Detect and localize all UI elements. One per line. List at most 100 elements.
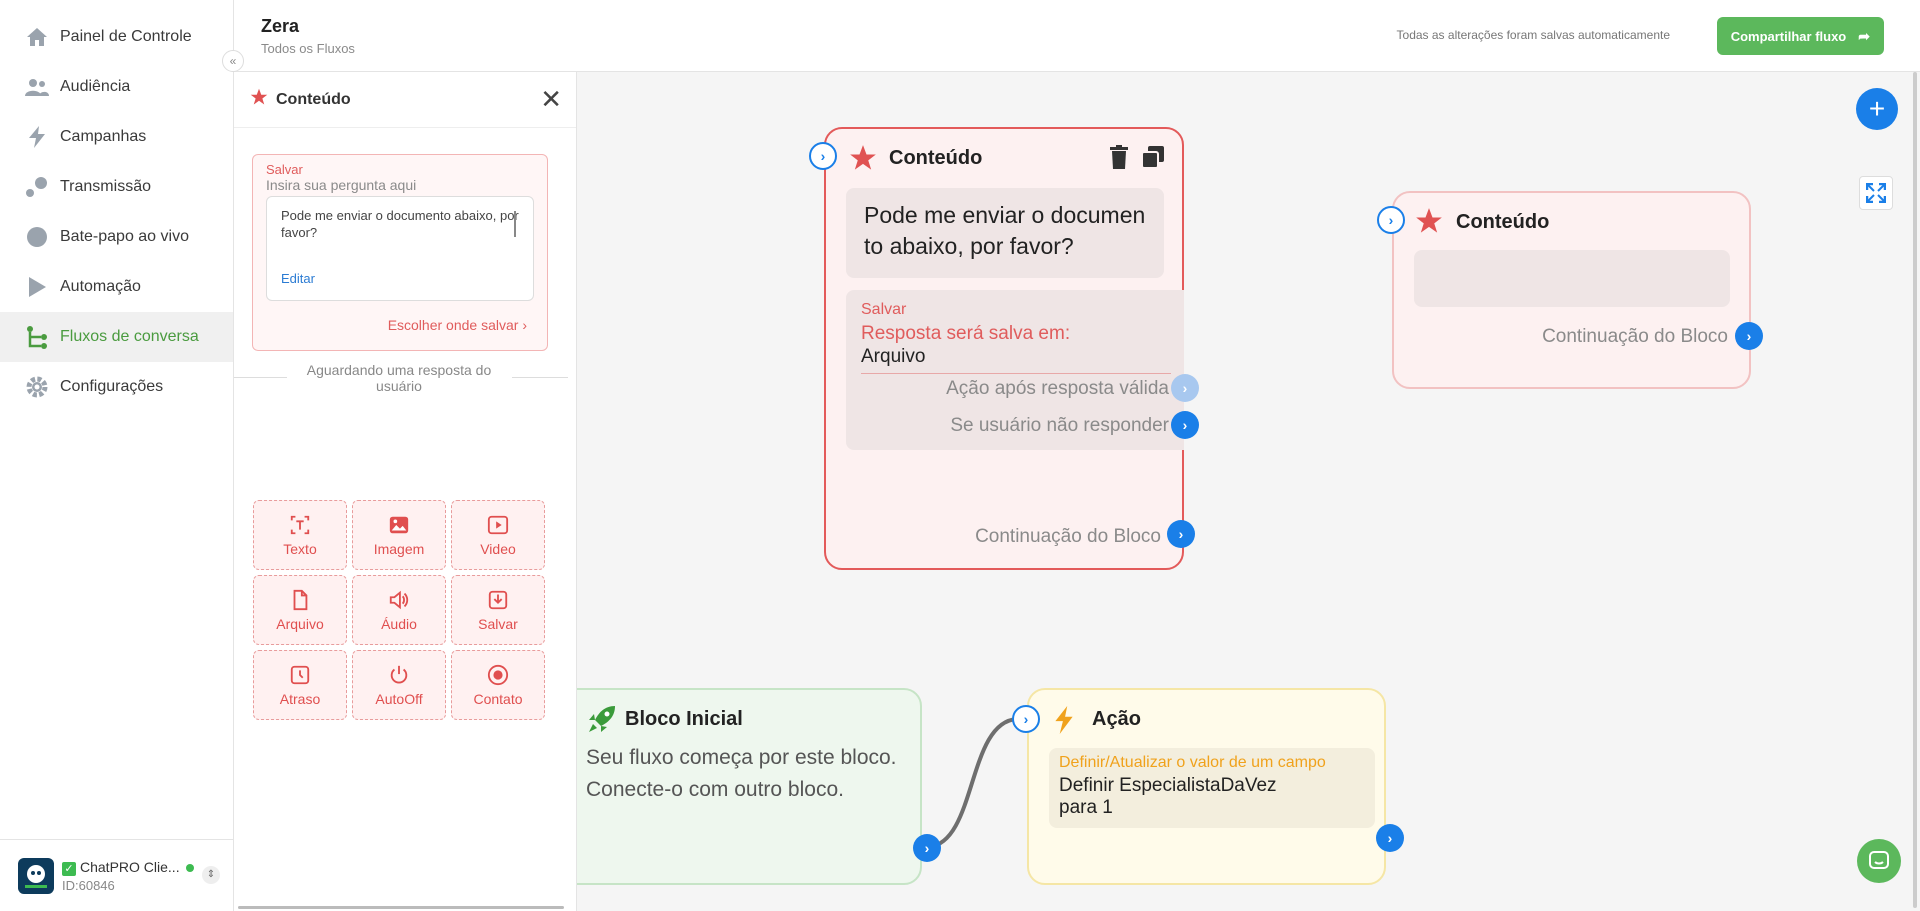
video-icon [487,515,509,534]
waiting-text: Aguardando uma resposta do usuário [306,362,492,394]
collapse-sidebar-button[interactable]: « [222,50,244,72]
continuation-port[interactable]: › [1735,322,1763,350]
account-switcher[interactable]: ✓ ChatPRO Clie... ID:60846 ⇕ [0,839,234,911]
choose-where-to-save-link[interactable]: Escolher onde salvar › [388,317,527,333]
nav-item-broadcast[interactable]: Transmissão [0,162,233,212]
flow-name: Zera [261,16,300,36]
panel-title: Conteúdo [276,90,351,108]
add-contact-button[interactable]: Contato [451,650,545,720]
edit-link[interactable]: Editar [281,271,315,286]
nav-label: Configurações [60,378,164,395]
message-text: Pode me enviar o documen to abaixo, por … [864,202,1146,259]
valid-answer-port[interactable]: › [1171,374,1199,402]
lightning-icon [1055,706,1073,734]
button-label: Áudio [381,615,417,632]
node-title: Conteúdo [889,147,983,169]
add-file-button[interactable]: Arquivo [253,575,347,645]
chat-icon [24,224,50,250]
chevron-right-icon: › [522,317,527,333]
account-id: ID:60846 [62,877,115,893]
start-description-line2: Conecte-o com outro bloco. [586,778,844,801]
start-description-line1: Seu fluxo começa por este bloco. [586,746,897,769]
users-icon [24,74,50,100]
content-node[interactable]: Conteúdo Pode me enviar o documen to aba… [824,127,1184,570]
panel-horizontal-scrollbar[interactable] [238,906,564,909]
nav-label: Transmissão [60,178,151,195]
content-panel: Conteúdo ✕ Salvar Insira sua pergunta aq… [234,72,577,911]
input-port[interactable]: › [1012,705,1040,733]
star-icon [850,145,876,170]
nav-item-settings[interactable]: Configurações [0,362,233,412]
action-item[interactable]: Definir/Atualizar o valor de um campo De… [1049,748,1375,828]
content-node[interactable]: Conteúdo Continuação do Bloco [1392,191,1751,389]
add-video-button[interactable]: Video [451,500,545,570]
saved-in-label: Resposta será salva em: [861,323,1071,344]
button-label: Video [480,540,516,557]
nav-item-automation[interactable]: Automação [0,262,233,312]
nav-item-campaigns[interactable]: Campanhas [0,112,233,162]
add-text-button[interactable]: Texto [253,500,347,570]
account-name-row: ✓ ChatPRO Clie... [62,859,194,876]
message-icon [1869,851,1889,869]
input-port[interactable]: › [809,142,837,170]
button-label: Imagem [373,540,425,557]
save-label: Salvar [266,162,303,177]
content-type-grid: Texto Imagem Video Arquivo Áudio Salvar … [253,500,547,720]
audio-icon [389,590,409,609]
nav-label: Bate-papo ao vivo [60,228,189,245]
add-delay-button[interactable]: Atraso [253,650,347,720]
add-autooff-button[interactable]: AutoOff [352,650,446,720]
fullscreen-button[interactable] [1859,176,1893,210]
canvas-vertical-scrollbar[interactable] [1913,72,1917,908]
share-flow-label: Compartilhar fluxo [1730,28,1847,44]
empty-message-bubble [1414,250,1730,307]
action-valid-label: Ação após resposta válida [946,378,1169,399]
trash-icon[interactable] [1109,145,1129,169]
nav-item-dashboard[interactable]: Painel de Controle [0,12,233,62]
question-text: Pode me enviar o documento abaixo, por f… [281,208,519,240]
download-icon [488,590,508,609]
question-card[interactable]: Pode me enviar o documento abaixo, por f… [266,196,534,301]
star-icon [1416,208,1442,233]
close-icon[interactable]: ✕ [540,86,562,112]
no-reply-label: Se usuário não responder [950,415,1169,436]
breadcrumb[interactable]: Todos os Fluxos [261,41,355,56]
action-node[interactable]: Ação Definir/Atualizar o valor de um cam… [1027,688,1386,885]
text-scrollbar[interactable] [514,211,516,237]
home-icon [24,24,50,50]
online-status-dot [185,863,194,872]
support-chat-button[interactable] [1857,839,1901,883]
start-node[interactable]: Bloco Inicial Seu fluxo começa por este … [577,688,922,885]
choose-where-label: Escolher onde salvar [387,317,519,333]
add-image-button[interactable]: Imagem [352,500,446,570]
nav-label: Audiência [60,78,131,95]
input-port[interactable]: › [1377,206,1405,234]
divider-line [512,377,568,378]
nav-label: Campanhas [60,128,147,145]
share-flow-button[interactable]: Compartilhar fluxo ➦ [1716,17,1884,55]
duplicate-icon[interactable] [1141,145,1165,169]
nav-label: Painel de Controle [60,28,192,45]
nav-item-live-chat[interactable]: Bate-papo ao vivo [0,212,233,262]
file-icon [293,589,308,610]
sidebar: Painel de Controle Audiência Campanhas T… [0,0,234,911]
nav-item-conversation-flows[interactable]: Fluxos de conversa [0,312,233,362]
nav-item-audience[interactable]: Audiência [0,62,233,112]
continuation-port[interactable]: › [1167,520,1195,548]
button-label: Contato [473,690,523,707]
continuation-label: Continuação do Bloco [975,526,1161,547]
node-title: Ação [1092,708,1141,730]
verified-check-icon: ✓ [62,861,76,876]
node-title: Bloco Inicial [625,708,743,730]
start-output-port[interactable]: › [913,834,941,862]
no-reply-port[interactable]: › [1171,411,1199,439]
add-audio-button[interactable]: Áudio [352,575,446,645]
divider-line [234,377,287,378]
node-title: Conteúdo [1456,211,1550,233]
flow-icon [24,324,50,350]
flow-canvas[interactable]: Conteúdo Pode me enviar o documen to aba… [577,72,1920,911]
add-block-button[interactable]: + [1856,88,1898,130]
action-output-port[interactable]: › [1376,824,1404,852]
account-switch-icon[interactable]: ⇕ [202,866,220,884]
add-save-button[interactable]: Salvar [451,575,545,645]
